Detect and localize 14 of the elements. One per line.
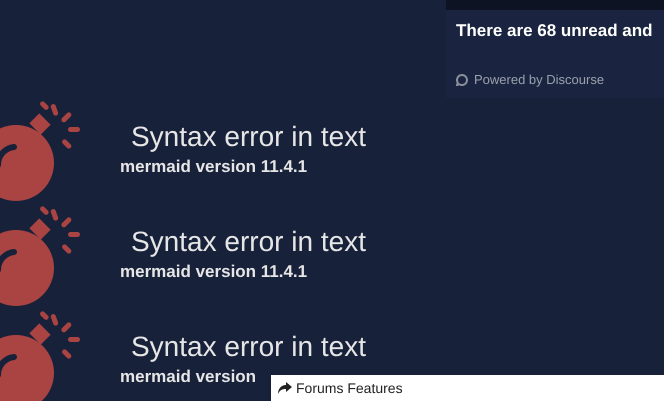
share-arrow-icon	[278, 382, 292, 394]
bomb-icon	[0, 101, 80, 203]
topic-link[interactable]: Forums Features	[296, 378, 403, 398]
version-text: mermaid version 11.4.1	[120, 156, 308, 178]
error-title: Syntax error in text	[131, 225, 366, 259]
chat-bubble-icon	[456, 74, 468, 86]
bomb-icon	[0, 206, 80, 308]
error-title: Syntax error in text	[131, 330, 366, 364]
unread-message: There are 68 unread and	[456, 20, 654, 42]
version-text: mermaid version 11.4.1	[120, 261, 308, 283]
bomb-icon	[0, 311, 80, 401]
version-text: mermaid version	[120, 366, 256, 388]
powered-by-link[interactable]: Powered by Discourse	[474, 70, 604, 90]
error-title: Syntax error in text	[131, 120, 366, 154]
